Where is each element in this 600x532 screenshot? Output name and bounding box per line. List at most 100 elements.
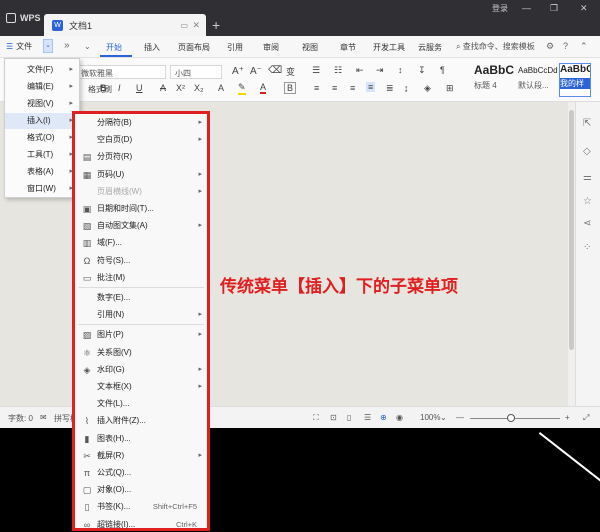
help-icon[interactable]: ? [563,41,568,51]
submenu-item[interactable]: π 公式(Q)... [75,464,207,481]
phonetic-icon[interactable]: 变 [286,65,295,78]
submenu-item[interactable]: ▮ 图表(H)... [75,430,207,447]
underline-icon[interactable]: U [136,83,143,93]
adjust-icon[interactable]: ⚌ [583,172,594,183]
highlight-icon[interactable]: ✎ [238,82,246,95]
monitor-icon[interactable]: ▭ [180,21,188,30]
scrollbar-thumb[interactable] [569,110,574,350]
text-direction-icon[interactable]: ↕ [398,65,403,75]
submenu-item[interactable]: ✂ 截屏(R) ▸ [75,447,207,464]
tab-cloud[interactable]: 云服务 [418,42,442,53]
submenu-item[interactable]: 文本框(X) ▸ [75,378,207,395]
tab-chapter[interactable]: 章节 [340,42,356,53]
menu-item[interactable]: 窗口(W)▸ [5,181,79,197]
zoom-slider-track[interactable] [470,418,560,419]
wps-app-button[interactable]: WPS [6,13,41,23]
superscript-icon[interactable]: X² [176,83,185,93]
submenu-item[interactable]: ▯ 书签(K)... Shift+Ctrl+F5 [75,498,207,515]
login-link[interactable]: 登录 [492,3,508,14]
tab-review[interactable]: 审阅 [263,42,279,53]
submenu-item[interactable]: ▧ 自动图文集(A) ▸ [75,217,207,234]
submenu-item[interactable]: ▥ 域(F)... [75,234,207,251]
submenu-item[interactable]: ⌇ 插入附件(Z)... [75,412,207,429]
zoom-slider-thumb[interactable] [506,414,515,422]
decrease-indent-icon[interactable]: ⇤ [356,65,364,76]
collapse-ribbon-icon[interactable]: ⌃ [580,41,588,52]
shapes-icon[interactable]: ◇ [583,146,594,157]
undo-redo-icon[interactable]: ⌄ [84,42,91,51]
file-menu-button[interactable]: ☰ 文件 [6,41,32,52]
submenu-item[interactable]: Ω 符号(S)... [75,252,207,269]
close-tab-icon[interactable]: ✕ [192,20,200,31]
page-view-icon[interactable]: ▯ [347,413,351,422]
align-right-icon[interactable]: ≡ [350,83,355,93]
cursor-icon[interactable]: ⇱ [583,118,594,129]
submenu-item[interactable]: ∞ 超链接(I)... Ctrl+K [75,516,207,532]
shrink-font-icon[interactable]: A⁻ [250,66,262,77]
minimize-button[interactable]: — [522,3,531,13]
distribute-icon[interactable]: ≣ [386,83,394,94]
more-chevron-icon[interactable]: » [64,40,70,51]
menu-item[interactable]: 视图(V) ▸ [5,96,79,112]
document-tab[interactable]: W 文档1 ▭ ✕ [44,14,206,36]
tab-view[interactable]: 视图 [302,42,318,53]
submenu-item[interactable]: ▭ 批注(M) [75,269,207,286]
shading-icon[interactable]: ◈ [424,83,431,94]
submenu-item[interactable]: ▤ 分页符(R) [75,148,207,165]
grow-font-icon[interactable]: A⁺ [232,66,244,77]
star-icon[interactable]: ☆ [583,196,594,207]
submenu-item[interactable]: ▣ 日期和时间(T)... [75,200,207,217]
submenu-item[interactable]: ⚛ 关系图(V) [75,344,207,361]
tab-page-layout[interactable]: 页面布局 [178,42,210,53]
zoom-dropdown-icon[interactable]: ⌄ [440,413,447,422]
spell-check-icon[interactable]: ✉ [40,413,47,422]
web-view-icon[interactable]: ⊕ [380,413,387,422]
strikethrough-icon[interactable]: A [160,83,166,93]
menu-item[interactable]: 编辑(E) ▸ [5,79,79,95]
close-window-button[interactable]: ✕ [580,3,588,14]
menu-item[interactable]: 工具(T)▸ [5,147,79,163]
style-mine[interactable]: AaBbC 我的样 [559,63,591,97]
grid-icon[interactable]: ⁘ [583,242,594,253]
submenu-item[interactable]: ◈ 水印(G) ▸ [75,361,207,378]
zoom-in-button[interactable]: + [565,413,570,422]
numbering-icon[interactable]: ☷ [334,65,342,76]
new-tab-button[interactable]: + [212,17,220,33]
submenu-item[interactable]: 分隔符(B) ▸ [75,114,207,131]
share-icon[interactable]: ⋖ [583,218,594,229]
sort-icon[interactable]: ↧ [418,65,426,76]
borders-icon[interactable]: ⊞ [446,83,454,94]
submenu-item[interactable]: ▨ 图片(P) ▸ [75,326,207,343]
bullets-icon[interactable]: ☰ [312,65,320,76]
settings-icon[interactable]: ⚙ [546,41,554,52]
restore-button[interactable]: ❐ [550,3,558,14]
style-default[interactable]: AaBbCcDd 默认段... [518,63,558,97]
full-view-icon[interactable]: ⊡ [330,413,337,422]
menu-item[interactable]: 插入(I)▸ [5,113,79,129]
justify-icon[interactable]: ≡ [366,82,376,92]
bold-button-icon[interactable]: B [100,83,107,93]
file-dropdown-toggle[interactable]: ⌄ [43,39,53,53]
fit-page-icon[interactable]: ⛶ [313,413,319,423]
menu-item[interactable]: 文件(F) ▸ [5,62,79,78]
tab-developer[interactable]: 开发工具 [373,42,405,53]
submenu-item[interactable]: ▦ 页码(U) ▸ [75,166,207,183]
submenu-item[interactable]: 数字(E)... [75,289,207,306]
eye-protect-icon[interactable]: ◉ [396,413,403,422]
italic-icon[interactable]: I [118,83,121,93]
char-border-icon[interactable]: B [284,82,297,94]
align-center-icon[interactable]: ≡ [332,83,337,93]
tab-insert[interactable]: 插入 [144,42,160,53]
tab-references[interactable]: 引用 [227,42,243,53]
align-left-icon[interactable]: ≡ [314,83,319,93]
submenu-item[interactable]: 空白页(D) ▸ [75,131,207,148]
command-search[interactable]: ⌕ 查找命令、搜索模板 [456,41,535,52]
line-spacing-icon[interactable]: ↨ [404,83,409,93]
submenu-item[interactable]: 文件(L)... [75,395,207,412]
clear-format-icon[interactable]: ⌫ [268,65,282,76]
submenu-item[interactable]: ▢ 对象(O)... [75,481,207,498]
subscript-icon[interactable]: X₂ [194,83,204,93]
word-count[interactable]: 字数: 0 [8,413,33,424]
font-color-icon[interactable]: A [260,82,267,94]
zoom-out-button[interactable]: — [456,413,464,422]
